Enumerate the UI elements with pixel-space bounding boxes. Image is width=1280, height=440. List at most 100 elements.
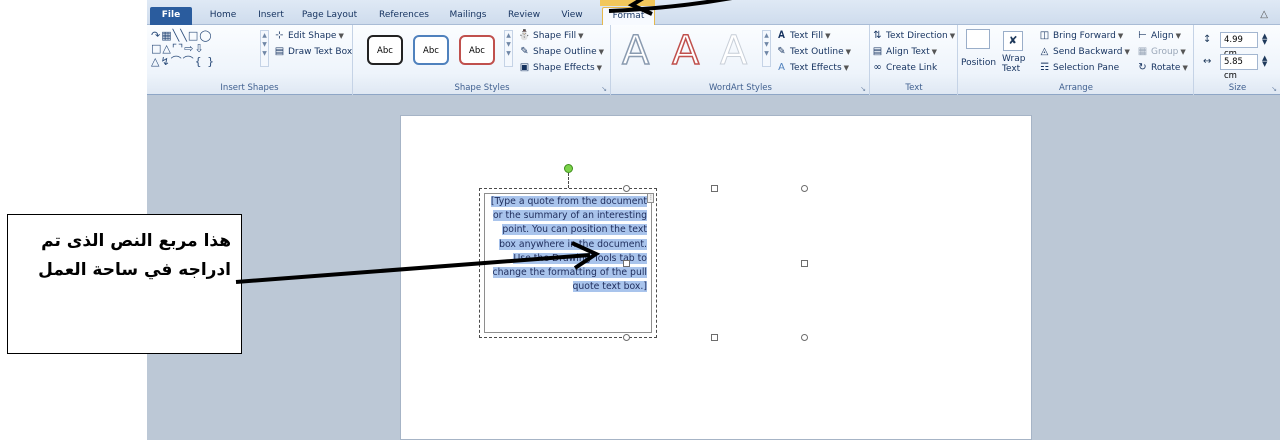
text-fill-button[interactable]: 𝐀 Text Fill ▼ (775, 29, 830, 43)
chevron-down-icon: ▼ (338, 32, 344, 40)
tab-insert[interactable]: Insert (251, 7, 291, 25)
send-backward-icon: ◬ (1040, 46, 1049, 57)
group-wordart-styles: A A A ▲ ▼ ▼ 𝐀 Text Fill ▼ ✎ Text Outline ▼ A Te… (612, 25, 870, 95)
group-label: Text (905, 83, 923, 93)
group-label: Size (1228, 83, 1247, 93)
bring-forward-button[interactable]: ◫ Bring Forward ▼ (1038, 29, 1123, 43)
group-label: Shape Styles (454, 83, 510, 93)
shape-gallery[interactable]: ↷▦╲╲□◯ □△⌜⌝⇨⇩ △↯⌒⌒{ } (151, 29, 261, 68)
wrap-text-icon: ✘ (1003, 31, 1023, 51)
minimize-ribbon-icon[interactable]: △ (1260, 9, 1268, 20)
group-label: Arrange (1059, 83, 1093, 93)
group-label: WordArt Styles (709, 83, 772, 93)
pen-icon: ✎ (777, 46, 786, 57)
group-icon: ▦ (1137, 46, 1148, 57)
shape-gallery-scroll[interactable]: ▲ ▼ ▼ (260, 30, 269, 67)
send-backward-button[interactable]: ◬ Send Backward ▼ (1038, 45, 1130, 59)
link-icon: ∞ (873, 62, 882, 73)
resize-handle-top-left[interactable] (623, 185, 630, 192)
tab-review[interactable]: Review (503, 7, 545, 25)
rotate-icon: ↻ (1138, 62, 1147, 73)
shape-width-input[interactable]: 5.85 cm (1220, 54, 1258, 81)
shape-style-thumb-black[interactable]: Abc (367, 35, 403, 65)
tab-home[interactable]: Home (202, 7, 244, 25)
tab-view[interactable]: View (555, 7, 589, 25)
shape-style-thumb-red[interactable]: Abc (459, 35, 495, 65)
bring-forward-icon: ◫ (1039, 30, 1050, 41)
group-button[interactable]: ▦ Group ▼ (1136, 45, 1186, 59)
dialog-launcher-icon[interactable]: ↘ (601, 85, 607, 93)
selection-pane-button[interactable]: ☶ Selection Pane (1038, 61, 1119, 75)
group-size: ↕ 4.99 cm ▲▼ ↔ 5.85 cm ▲▼ Size ↘ (1195, 25, 1280, 95)
align-text-icon: ▤ (872, 46, 883, 57)
chevron-down-icon: ▼ (1182, 64, 1188, 72)
wrap-text-button[interactable]: Wrap Text (1002, 54, 1025, 74)
chevron-down-icon: ▼ (596, 64, 603, 72)
shape-outline-button[interactable]: ✎ Shape Outline ▼ (518, 45, 604, 59)
height-spinner-icon[interactable]: ▲ ▼ (1262, 33, 1267, 46)
wordart-style-plain[interactable]: A (621, 28, 650, 74)
drawing-tools-context-band (600, 0, 655, 6)
rotation-connector (568, 173, 569, 188)
width-spinner-icon[interactable]: ▲ ▼ (1262, 55, 1267, 68)
wordart-style-light[interactable]: A (719, 29, 747, 74)
align-icon: ⊢ (1138, 30, 1147, 41)
resize-handle-bottom-right[interactable] (801, 334, 808, 341)
tab-file[interactable]: File (150, 7, 192, 25)
resize-handle-left[interactable] (623, 260, 630, 267)
dialog-launcher-icon[interactable]: ↘ (1271, 85, 1277, 93)
pull-quote-text-box[interactable]: [Type a quote from the document or the s… (479, 188, 657, 338)
text-box-options-icon[interactable]: ⋮ (647, 193, 654, 203)
annotation-callout-box: هذا مربع النص الذى تم ادراجه في ساحة الع… (7, 214, 242, 354)
tab-format[interactable]: Format (602, 7, 655, 25)
resize-handle-top[interactable] (711, 185, 718, 192)
tab-references[interactable]: References (373, 7, 435, 25)
chevron-down-icon: ▼ (843, 64, 850, 72)
resize-handle-right[interactable] (801, 260, 808, 267)
align-text-button[interactable]: ▤ Align Text ▼ (871, 45, 937, 59)
chevron-down-icon: ▼ (1124, 48, 1130, 56)
pull-quote-text[interactable]: [Type a quote from the document or the s… (486, 195, 647, 294)
create-link-button[interactable]: ∞ Create Link (871, 61, 937, 75)
chevron-down-icon: ▼ (1175, 32, 1181, 40)
dialog-launcher-icon[interactable]: ↘ (860, 85, 866, 93)
resize-handle-bottom-left[interactable] (623, 334, 630, 341)
text-effects-icon: A (778, 62, 785, 73)
paint-bucket-icon: ⛄ (518, 30, 531, 41)
text-box-icon: ▤ (274, 46, 285, 57)
shape-height-input[interactable]: 4.99 cm (1220, 32, 1258, 59)
group-arrange: Position ✘ Wrap Text ◫ Bring Forward ▼ ◬ Sen… (959, 25, 1194, 95)
chevron-down-icon: ▼ (1117, 32, 1124, 40)
edit-shape-button[interactable]: ⊹ Edit Shape ▼ (273, 29, 344, 43)
shape-fill-button[interactable]: ⛄ Shape Fill ▼ (518, 29, 583, 43)
rotation-handle[interactable] (564, 164, 573, 173)
group-text: ⇅ Text Direction ▼ ▤ Align Text ▼ ∞ Create Li… (871, 25, 958, 95)
shape-style-thumb-blue[interactable]: Abc (413, 35, 449, 65)
chevron-down-icon: ▼ (845, 48, 852, 56)
edit-shape-icon: ⊹ (275, 30, 284, 41)
position-icon (966, 29, 990, 49)
draw-text-box-button[interactable]: ▤ Draw Text Box (273, 45, 352, 59)
selection-pane-icon: ☶ (1040, 62, 1049, 73)
text-outline-button[interactable]: ✎ Text Outline ▼ (775, 45, 851, 59)
rotate-button[interactable]: ↻ Rotate ▼ (1136, 61, 1188, 75)
word-window: File Home Insert Page Layout References … (147, 0, 1280, 440)
ribbon-tab-strip: File Home Insert Page Layout References … (147, 0, 1280, 25)
resize-handle-top-right[interactable] (801, 185, 808, 192)
tab-page-layout[interactable]: Page Layout (297, 7, 362, 25)
chevron-down-icon: ▼ (825, 32, 831, 40)
ribbon: ↷▦╲╲□◯ □△⌜⌝⇨⇩ △↯⌒⌒{ } ▲ ▼ ▼ ⊹ Edit Shape ▼ ▤ Dr… (147, 25, 1280, 95)
tab-mailings[interactable]: Mailings (443, 7, 493, 25)
chevron-down-icon: ▼ (949, 32, 956, 40)
resize-handle-bottom[interactable] (711, 334, 718, 341)
pen-icon: ✎ (520, 46, 529, 57)
shape-effects-button[interactable]: ▣ Shape Effects ▼ (518, 61, 602, 75)
text-effects-button[interactable]: A Text Effects ▼ (775, 61, 849, 75)
text-direction-button[interactable]: ⇅ Text Direction ▼ (871, 29, 955, 43)
group-label: Insert Shapes (220, 83, 279, 93)
position-button[interactable]: Position (961, 57, 996, 70)
shape-styles-scroll[interactable]: ▲ ▼ ▼ (504, 30, 513, 67)
align-button[interactable]: ⊢ Align ▼ (1136, 29, 1181, 43)
wordart-styles-scroll[interactable]: ▲ ▼ ▼ (762, 30, 771, 67)
wordart-style-red[interactable]: A (671, 28, 700, 74)
